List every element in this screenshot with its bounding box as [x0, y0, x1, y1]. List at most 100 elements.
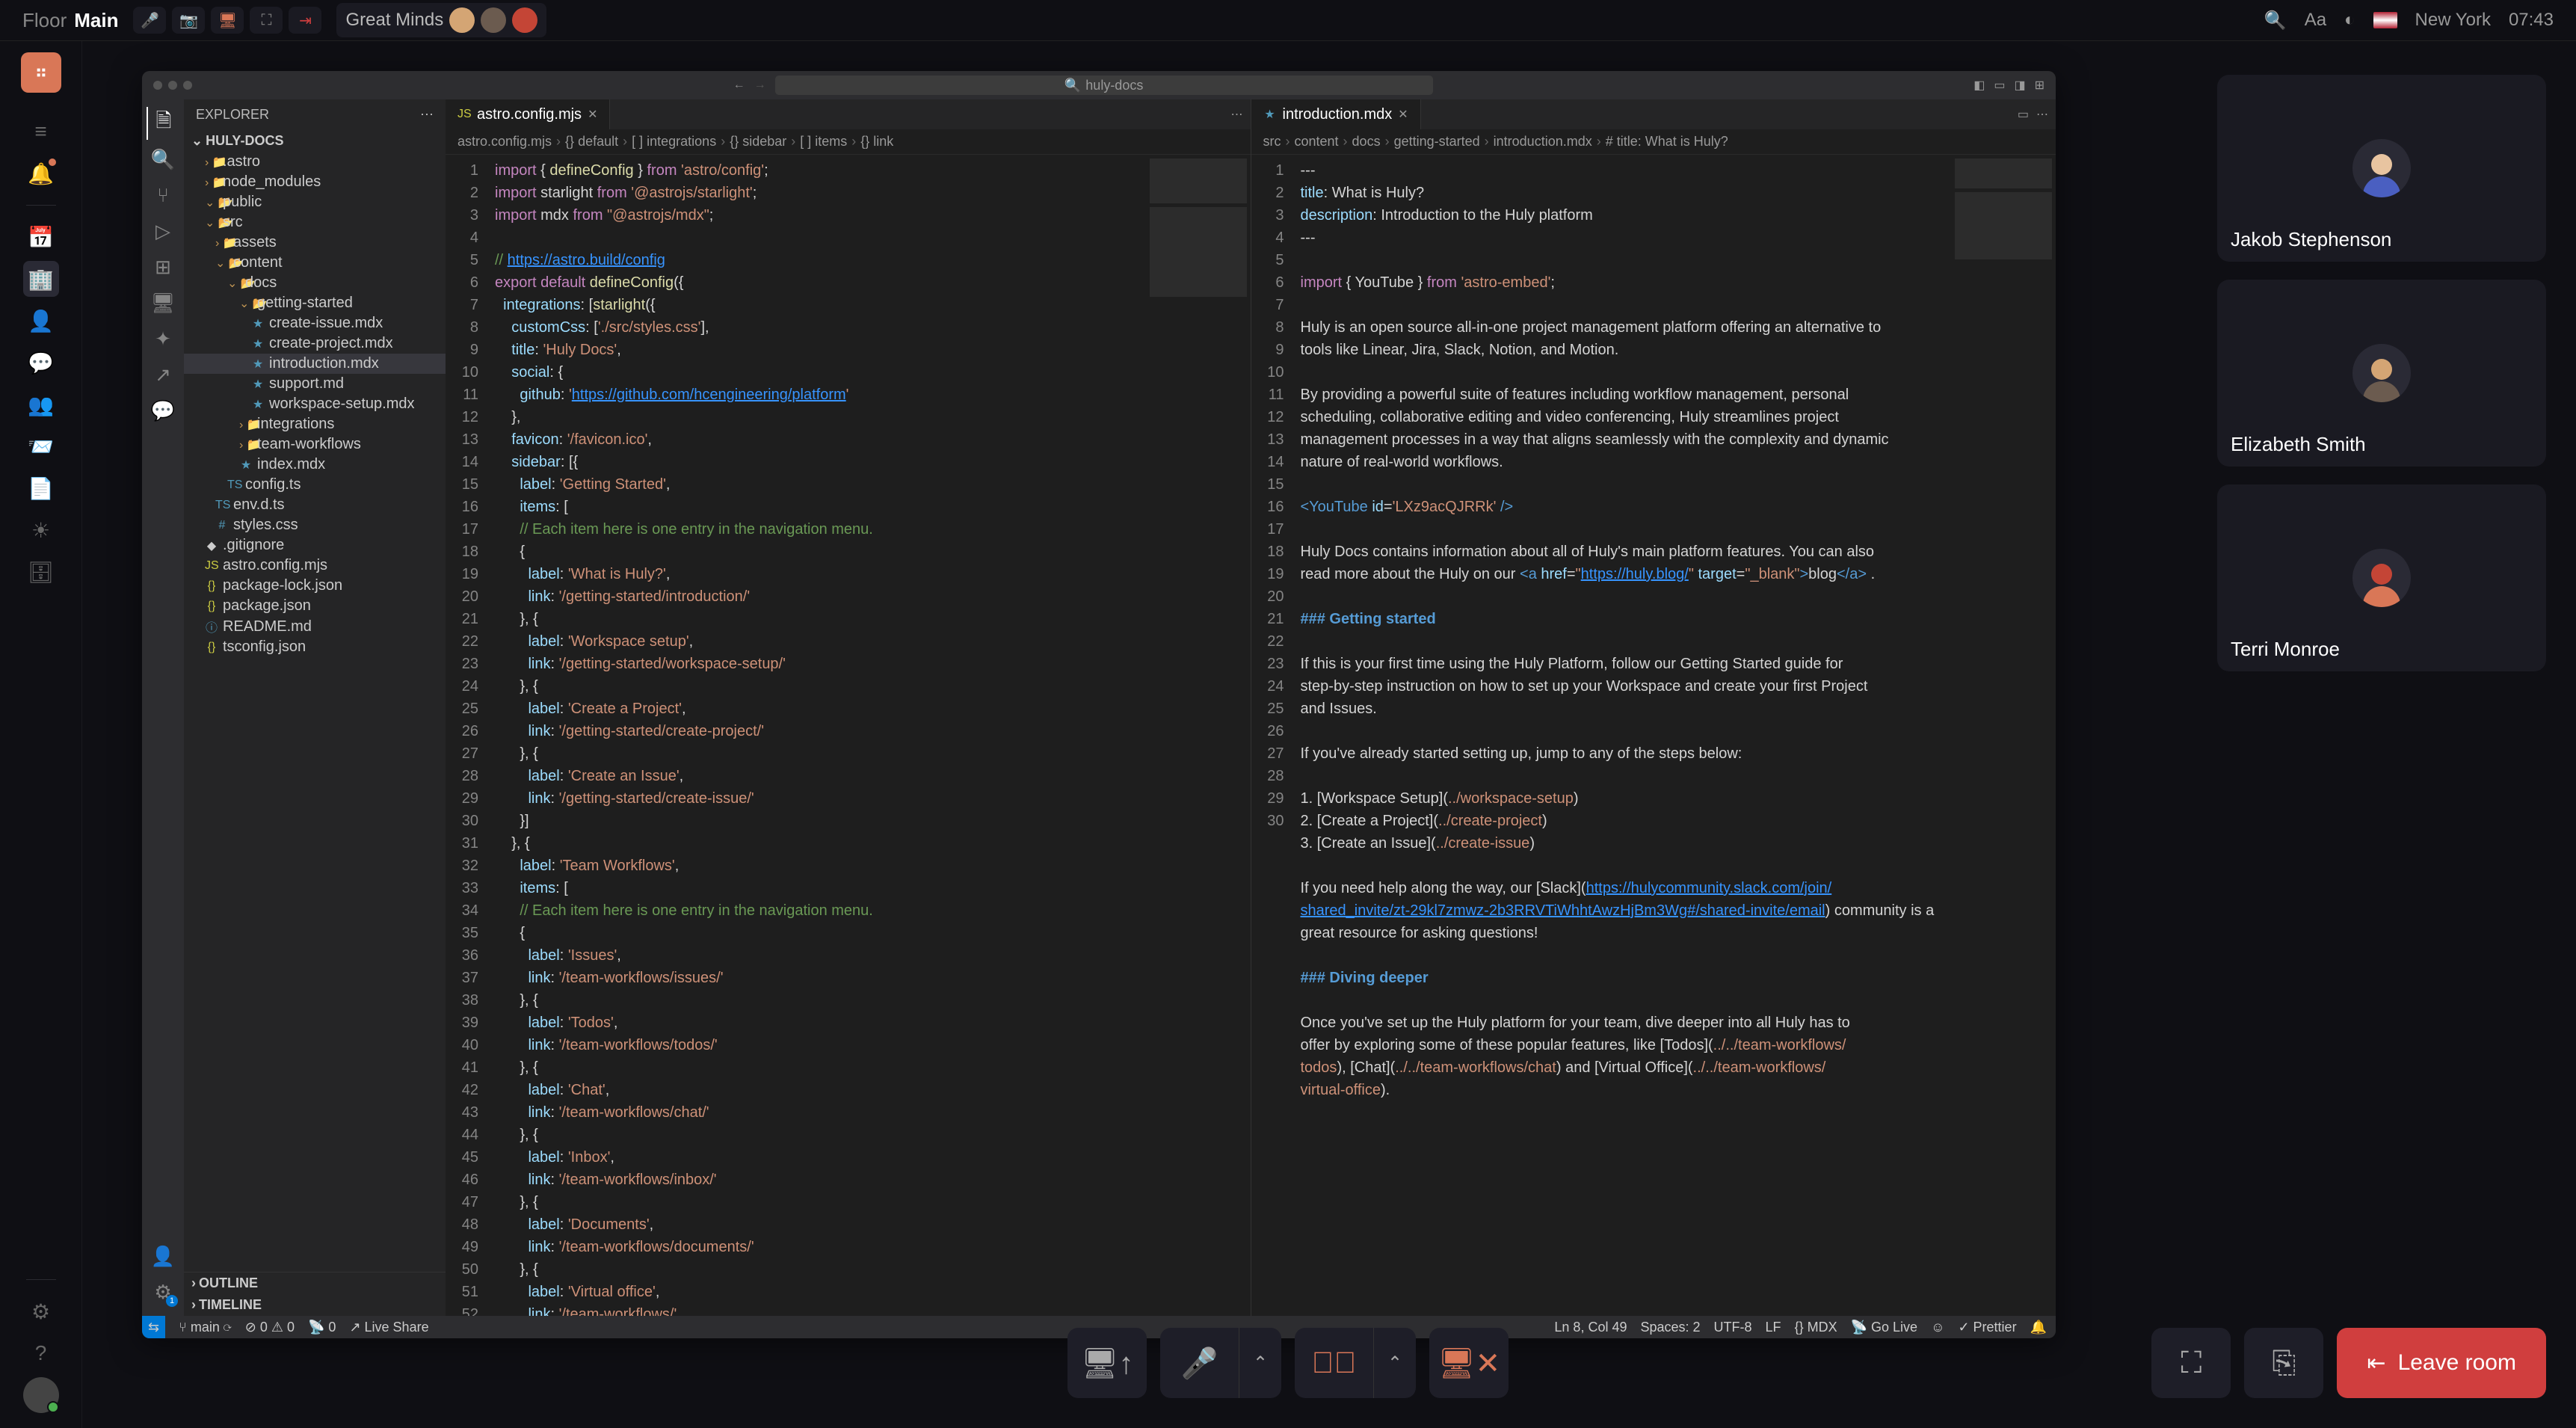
calendar-icon[interactable]: 📅 [23, 219, 59, 255]
mic-button[interactable]: 🎤 [1160, 1328, 1239, 1398]
tree-item[interactable]: JSastro.config.mjs [184, 555, 446, 576]
tree-item[interactable]: › 📁.astro [184, 152, 446, 172]
database-icon[interactable]: 🗄 [23, 554, 59, 590]
source-control-icon[interactable]: ⑂ [147, 179, 179, 212]
extensions-icon[interactable]: ⊞ [147, 250, 179, 283]
outline-section[interactable]: › OUTLINE [184, 1272, 446, 1294]
errors-indicator[interactable]: ⊘ 0 ⚠ 0 [245, 1320, 295, 1335]
tree-item[interactable]: {}package.json [184, 596, 446, 616]
breadcrumb-segment[interactable]: [ ] items [800, 134, 847, 150]
tree-item[interactable]: {}package-lock.json [184, 576, 446, 596]
breadcrumb-segment[interactable]: content [1295, 134, 1339, 150]
feedback-icon[interactable]: 📨 [23, 428, 59, 464]
camera-options-button[interactable]: ⌃ [1374, 1328, 1416, 1398]
screenshare-button[interactable]: 🖥↑ [1067, 1328, 1147, 1398]
tree-item[interactable]: #styles.css [184, 515, 446, 535]
documents-icon[interactable]: 📄 [23, 470, 59, 506]
cursor-position[interactable]: Ln 8, Col 49 [1554, 1320, 1627, 1335]
breadcrumb-segment[interactable]: [ ] integrations [632, 134, 716, 150]
nav-back-icon[interactable]: ← [733, 79, 745, 92]
camera-off-icon[interactable]: 📷 [172, 7, 205, 34]
close-icon[interactable]: ✕ [1398, 107, 1408, 122]
tree-item[interactable]: ⌄ 📂getting-started [184, 293, 446, 313]
remote-indicator[interactable]: ⇆ [142, 1316, 165, 1338]
help-icon[interactable]: ? [23, 1335, 59, 1371]
tree-item[interactable]: ★workspace-setup.mdx [184, 394, 446, 414]
nav-forward-icon[interactable]: → [754, 79, 766, 92]
tab-astro-config[interactable]: JS astro.config.mjs ✕ [446, 99, 610, 129]
breadcrumb-segment[interactable]: # title: What is Huly? [1606, 134, 1728, 150]
manage-icon[interactable]: ⚙ [147, 1275, 179, 1308]
menu-icon[interactable]: ≡ [23, 114, 59, 150]
flag-us-icon[interactable] [2373, 12, 2397, 28]
debug-icon[interactable]: ▷ [147, 215, 179, 247]
tree-item[interactable]: ⌄ 📂src [184, 212, 446, 233]
layout-secondary-icon[interactable]: ◨ [2014, 78, 2025, 93]
breadcrumb-segment[interactable]: docs [1352, 134, 1381, 150]
minimap-right[interactable] [1951, 155, 2056, 1316]
ports-indicator[interactable]: 📡 0 [308, 1320, 336, 1335]
search-icon[interactable]: 🔍 [2264, 10, 2287, 31]
tree-item[interactable]: ★create-issue.mdx [184, 313, 446, 333]
breadcrumb-left[interactable]: astro.config.mjs › {} default › [ ] inte… [446, 129, 1251, 155]
mic-options-button[interactable]: ⌃ [1239, 1328, 1281, 1398]
golive-indicator[interactable]: 📡 Go Live [1851, 1320, 1917, 1335]
liveshare-icon[interactable]: ↗ [147, 358, 179, 391]
participant-card[interactable]: Jakob Stephenson [2217, 75, 2546, 262]
great-minds-chip[interactable]: Great Minds [336, 3, 546, 37]
screenshare-icon[interactable]: 🖥 [211, 7, 244, 34]
camera-button[interactable]: 📷⃠ [1295, 1328, 1374, 1398]
explorer-icon[interactable]: 🗎 [147, 107, 179, 140]
breadcrumb-segment[interactable]: astro.config.mjs [457, 134, 552, 150]
explorer-more-icon[interactable]: ⋯ [420, 107, 434, 123]
remote-icon[interactable]: 🖥 [147, 286, 179, 319]
office-icon[interactable]: 🏢 [23, 261, 59, 297]
user-avatar[interactable] [23, 1377, 59, 1413]
layout-sidebar-icon[interactable]: ◧ [1973, 78, 1985, 93]
prettier-indicator[interactable]: ✓ Prettier [1958, 1320, 2016, 1335]
tree-item[interactable]: › 📁integrations [184, 414, 446, 434]
project-section[interactable]: ⌄ HULY-DOCS [184, 130, 446, 152]
encoding-indicator[interactable]: UTF-8 [1714, 1320, 1752, 1335]
eol-indicator[interactable]: LF [1766, 1320, 1781, 1335]
fullscreen-button[interactable]: ⛶ [2151, 1328, 2231, 1398]
search-activity-icon[interactable]: 🔍 [147, 143, 179, 176]
minimap-left[interactable] [1146, 155, 1251, 1316]
tree-item[interactable]: › 📁node_modules [184, 172, 446, 192]
branch-indicator[interactable]: ⑂ main ⟳ [179, 1320, 232, 1335]
timeline-section[interactable]: › TIMELINE [184, 1294, 446, 1316]
breadcrumb-right[interactable]: src › content › docs › getting-started ›… [1251, 129, 2056, 155]
tree-item[interactable]: ★support.md [184, 374, 446, 394]
code-content-right[interactable]: --- title: What is Huly? description: In… [1293, 155, 1952, 1316]
breadcrumb-segment[interactable]: src [1263, 134, 1281, 150]
window-minimize-icon[interactable] [168, 81, 177, 90]
theme-toggle-icon[interactable]: ◐ [2344, 10, 2355, 31]
more-icon[interactable]: ⋯ [2036, 107, 2048, 122]
liveshare-status[interactable]: ↗ Live Share [349, 1320, 428, 1335]
comments-icon[interactable]: 💬 [147, 394, 179, 427]
preview-icon[interactable]: ▭ [2018, 107, 2029, 122]
file-tree[interactable]: › 📁.astro› 📁node_modules⌄ 📂public⌄ 📂src›… [184, 152, 446, 1272]
breadcrumb-segment[interactable]: {} default [565, 134, 618, 150]
expand-icon[interactable]: ⛶ [250, 7, 283, 34]
tree-item[interactable]: ★index.mdx [184, 455, 446, 475]
font-size-button[interactable]: Aa [2305, 10, 2326, 31]
stop-share-button[interactable]: 🖥✕ [1429, 1328, 1509, 1398]
contact-icon[interactable]: 👤 [23, 303, 59, 339]
tree-item[interactable]: TSenv.d.ts [184, 495, 446, 515]
layout-panel-icon[interactable]: ▭ [1994, 78, 2005, 93]
copy-link-button[interactable]: ⎘ [2244, 1328, 2323, 1398]
chat-icon[interactable]: 💬 [23, 345, 59, 381]
tree-item[interactable]: {}tsconfig.json [184, 637, 446, 657]
account-icon[interactable]: 👤 [147, 1240, 179, 1272]
code-content-left[interactable]: import { defineConfig } from 'astro/conf… [487, 155, 1146, 1316]
mic-icon[interactable]: 🎤 [133, 7, 166, 34]
close-icon[interactable]: ✕ [588, 107, 597, 122]
breadcrumb-segment[interactable]: {} sidebar [730, 134, 786, 150]
leave-mini-icon[interactable]: ⇥ [289, 7, 321, 34]
breadcrumb-segment[interactable]: introduction.mdx [1494, 134, 1592, 150]
language-indicator[interactable]: {} MDX [1795, 1320, 1837, 1335]
tree-item[interactable]: ◆.gitignore [184, 535, 446, 555]
tree-item[interactable]: TSconfig.ts [184, 475, 446, 495]
indent-indicator[interactable]: Spaces: 2 [1640, 1320, 1700, 1335]
